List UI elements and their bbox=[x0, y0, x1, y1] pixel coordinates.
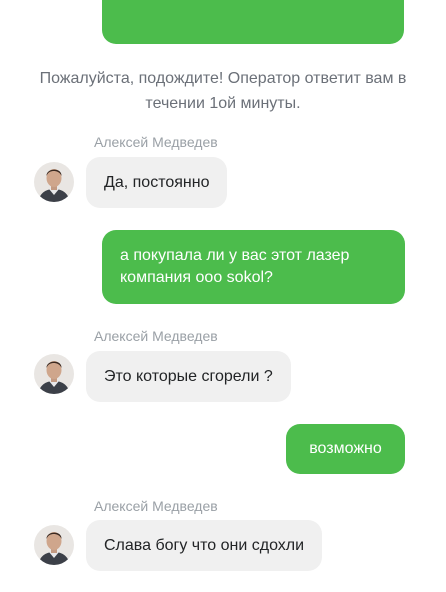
chat-window: Пожалуйста, подождите! Оператор ответит … bbox=[0, 0, 446, 592]
operator-avatar bbox=[34, 162, 74, 202]
message-text: Это которые сгорели ? bbox=[104, 367, 273, 385]
outgoing-message-bubble: возможно bbox=[286, 424, 405, 474]
outgoing-message-bubble-partial bbox=[102, 0, 404, 44]
incoming-message-bubble: Да, постоянно bbox=[86, 157, 228, 208]
operator-avatar bbox=[34, 525, 74, 565]
message-text: а покупала ли у вас этот лазер компания … bbox=[120, 247, 350, 286]
incoming-message-bubble: Это которые сгорели ? bbox=[86, 351, 291, 402]
message-text: Слава богу что они сдохли bbox=[104, 536, 305, 554]
message-text: Да, постоянно bbox=[104, 173, 210, 191]
message-text: возможно bbox=[309, 440, 382, 457]
sender-name: Алексей Медведев bbox=[94, 328, 218, 344]
operator-avatar bbox=[34, 354, 74, 394]
system-message: Пожалуйста, подождите! Оператор ответит … bbox=[39, 70, 407, 112]
sender-name: Алексей Медведев bbox=[94, 134, 218, 150]
sender-name: Алексей Медведев bbox=[94, 498, 218, 514]
incoming-message-bubble: Слава богу что они сдохли bbox=[86, 520, 323, 571]
outgoing-message-bubble: а покупала ли у вас этот лазер компания … bbox=[102, 230, 405, 304]
